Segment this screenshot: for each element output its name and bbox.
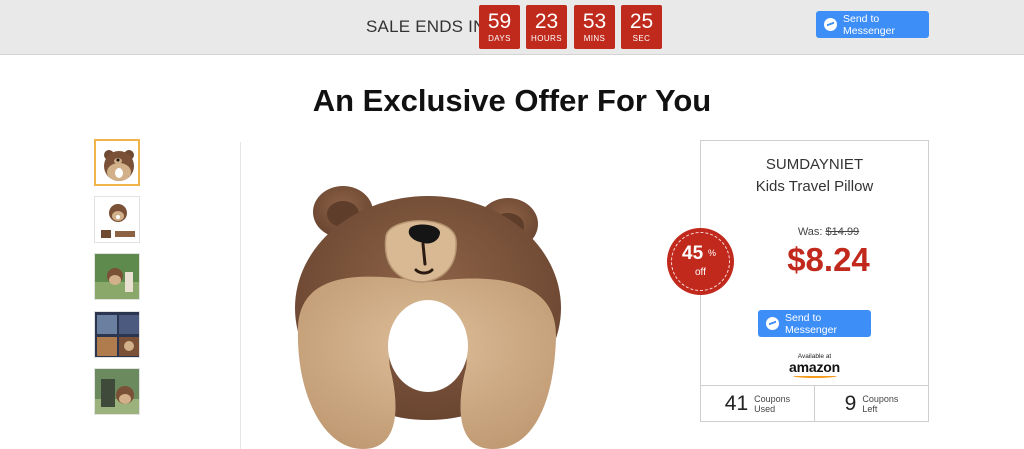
countdown-secs: 25 SEC (621, 5, 662, 49)
send-to-messenger-button[interactable]: Send to Messenger (816, 11, 929, 38)
product-main-image (295, 186, 561, 449)
bear-pillow-thumbnail-image (104, 150, 134, 181)
countdown-hours: 23 HOURS (526, 5, 567, 49)
thumbnail-5[interactable] (94, 368, 140, 415)
countdown-hours-value: 23 (534, 10, 559, 33)
thumbnail-3[interactable] (94, 253, 140, 300)
discount-percent-symbol: % (708, 248, 717, 258)
messenger-icon (824, 18, 837, 31)
offer-card: SUMDAYNIET Kids Travel Pillow Was: $14.9… (700, 140, 929, 422)
coupons-used-label: Coupons Used (754, 394, 791, 414)
countdown-mins-value: 53 (582, 10, 607, 33)
thumbnail-2[interactable] (94, 196, 140, 243)
card-send-to-messenger-label: Send to Messenger (785, 311, 837, 336)
lifestyle-thumbnail-image-1 (95, 254, 139, 299)
product-name: Kids Travel Pillow (755, 178, 874, 195)
was-price: $14.99 (825, 226, 860, 238)
product-dimensions-thumbnail-image (101, 204, 135, 238)
was-label: Was: (797, 226, 823, 238)
sale-bar: SALE ENDS IN 59 DAYS 23 HOURS 53 MINS 25… (0, 0, 1024, 55)
lifestyle-thumbnail-image-3 (95, 369, 139, 414)
coupon-stats: 41 Coupons Used 9 Coupons Left (701, 385, 928, 422)
card-send-to-messenger-button[interactable]: Send to Messenger (758, 310, 871, 337)
discount-off-label: off (695, 267, 706, 278)
countdown-mins-unit: MINS (583, 34, 606, 43)
countdown-secs-unit: SEC (632, 34, 651, 43)
messenger-icon (766, 317, 779, 330)
product-brand: SUMDAYNIET (765, 156, 864, 173)
amazon-logo[interactable]: Available at amazon (701, 353, 928, 378)
was-price-line: Was: $14.99 (701, 226, 928, 238)
gallery-divider (240, 142, 241, 449)
countdown-mins: 53 MINS (574, 5, 615, 49)
send-to-messenger-label: Send to Messenger (843, 12, 895, 37)
countdown-days-value: 59 (487, 10, 512, 33)
discount-value: 45 (682, 243, 704, 264)
page-title: An Exclusive Offer For You (312, 83, 712, 118)
coupons-left: 9 Coupons Left (814, 386, 928, 422)
countdown-days-unit: DAYS (488, 34, 511, 43)
sale-price: $8.24 (787, 241, 870, 278)
coupons-left-label: Coupons Left (862, 394, 899, 414)
thumbnail-4[interactable] (94, 311, 140, 358)
countdown-days: 59 DAYS (479, 5, 520, 49)
lifestyle-thumbnail-image-2 (95, 312, 139, 357)
countdown-secs-value: 25 (629, 10, 654, 33)
countdown-hours-unit: HOURS (531, 34, 562, 43)
coupons-used: 41 Coupons Used (701, 386, 814, 422)
coupons-used-count: 41 (724, 392, 749, 415)
coupons-left-count: 9 (844, 392, 857, 415)
sale-ends-label: SALE ENDS IN (366, 17, 486, 36)
thumbnail-1[interactable] (94, 139, 140, 186)
amazon-wordmark: amazon (789, 359, 840, 375)
discount-badge: 45 % off (667, 228, 734, 295)
